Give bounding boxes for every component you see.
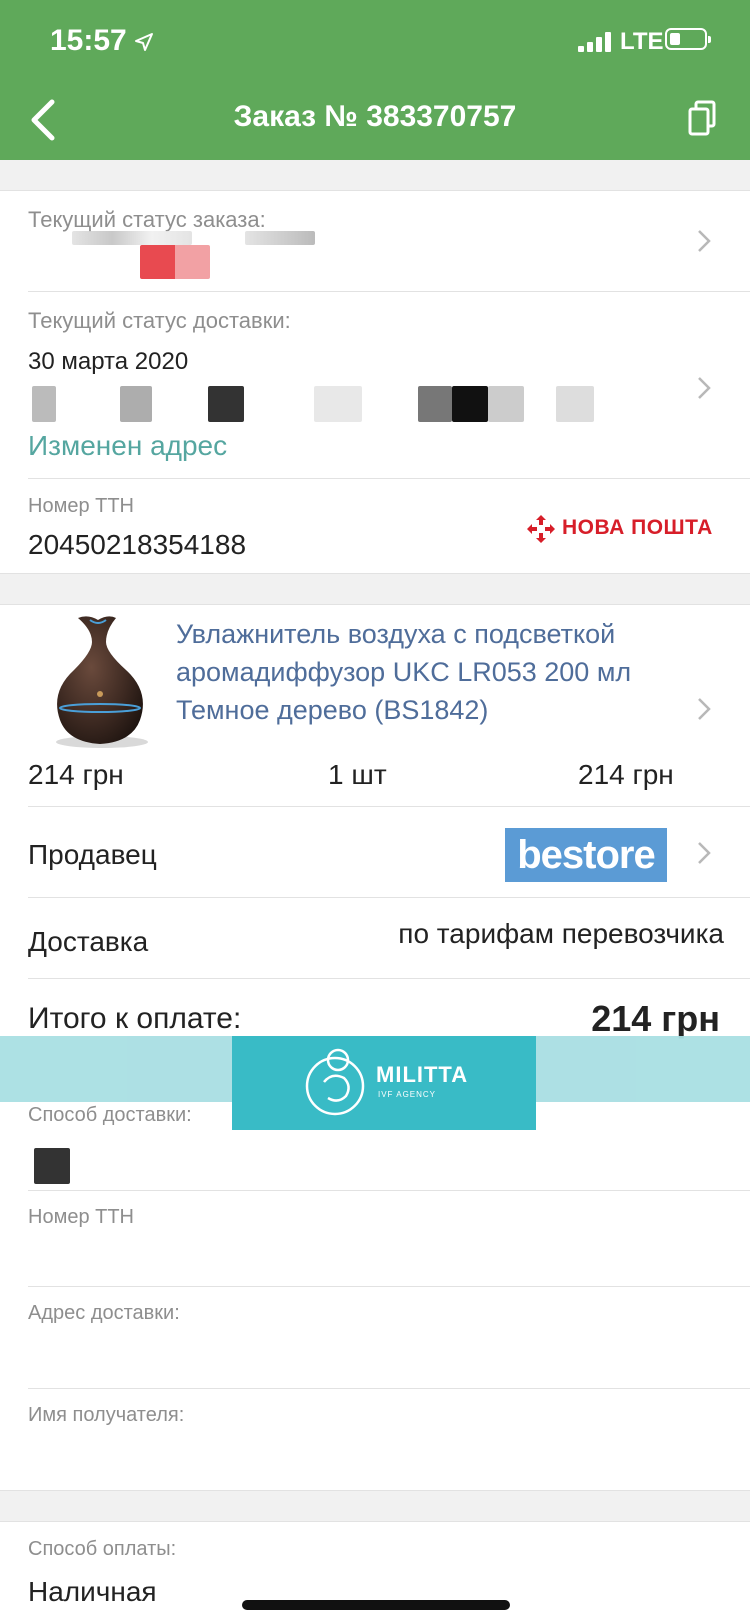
home-indicator[interactable]: [242, 1600, 510, 1610]
delivery-value: по тарифам перевозчика: [398, 918, 724, 949]
order-status-row[interactable]: Текущий статус заказа:: [0, 191, 750, 291]
total-label: Итого к оплате:: [28, 1002, 242, 1035]
delivery-date: 30 марта 2020: [28, 348, 189, 375]
section-gap: [0, 160, 750, 190]
seller-logo[interactable]: bestore: [505, 828, 667, 882]
product-image: [56, 616, 148, 748]
section-gap: [0, 574, 750, 604]
nova-poshta-logo: НОВА ПОШТА: [520, 510, 720, 550]
shipping-method-icon: [34, 1148, 70, 1184]
product-unit-price: 214 грн: [28, 759, 124, 790]
battery-icon: [665, 28, 711, 50]
nav-bar: Заказ № 383370757: [0, 80, 750, 160]
page-title: Заказ № 383370757: [233, 100, 517, 133]
order-status-label: Текущий статус заказа:: [28, 207, 266, 232]
ttn-value: 20450218354188: [28, 529, 247, 560]
copy-icon[interactable]: [688, 100, 716, 136]
shipping-address-label: Адрес доставки:: [28, 1302, 180, 1324]
status-badge: [140, 245, 210, 279]
section-gap: [0, 1491, 750, 1521]
delivery-status-label: Текущий статус доставки:: [28, 308, 291, 333]
payment-value: Наличная: [28, 1576, 157, 1607]
chevron-right-icon: [698, 377, 711, 399]
address-changed-link[interactable]: Изменен адрес: [28, 430, 227, 462]
watermark-banner: MILITTA IVF AGENCY: [0, 1036, 750, 1130]
status-time: 15:57: [50, 24, 127, 57]
chevron-right-icon: [698, 698, 711, 720]
shipping-method-label: Способ доставки:: [28, 1104, 192, 1126]
product-line-total: 214 грн: [578, 759, 674, 790]
ttn-label: Номер ТТН: [28, 495, 134, 517]
recipient-label: Имя получателя:: [28, 1404, 185, 1426]
watermark-sub: IVF AGENCY: [378, 1090, 437, 1099]
delivery-label: Доставка: [28, 926, 149, 957]
seller-label: Продавец: [28, 839, 157, 870]
watermark-name: MILITTA: [376, 1062, 469, 1087]
product-row[interactable]: Увлажнитель воздуха с подсветкой аромади…: [0, 605, 750, 803]
delivery-cost-row: Доставка по тарифам перевозчика: [0, 898, 750, 978]
nova-poshta-text: НОВА ПОШТА: [562, 516, 713, 539]
payment-label: Способ оплаты:: [28, 1538, 177, 1560]
militta-logo-icon: [305, 1048, 365, 1116]
signal-icon: [578, 30, 614, 52]
nova-poshta-icon: [527, 515, 555, 543]
chevron-right-icon: [698, 230, 711, 252]
total-value: 214 грн: [591, 998, 720, 1039]
status-bar: 15:57 LTE: [0, 0, 750, 80]
chevron-right-icon: [698, 842, 711, 864]
product-title[interactable]: Увлажнитель воздуха с подсветкой аромади…: [176, 615, 716, 729]
product-quantity: 1 шт: [328, 759, 387, 790]
network-type: LTE: [620, 28, 664, 55]
location-arrow-icon: [135, 33, 153, 51]
delivery-status-row[interactable]: Текущий статус доставки: 30 марта 2020 И…: [0, 292, 750, 478]
shipping-ttn-label: Номер ТТН: [28, 1206, 134, 1228]
watermark-logo: MILITTA IVF AGENCY: [232, 1036, 536, 1130]
